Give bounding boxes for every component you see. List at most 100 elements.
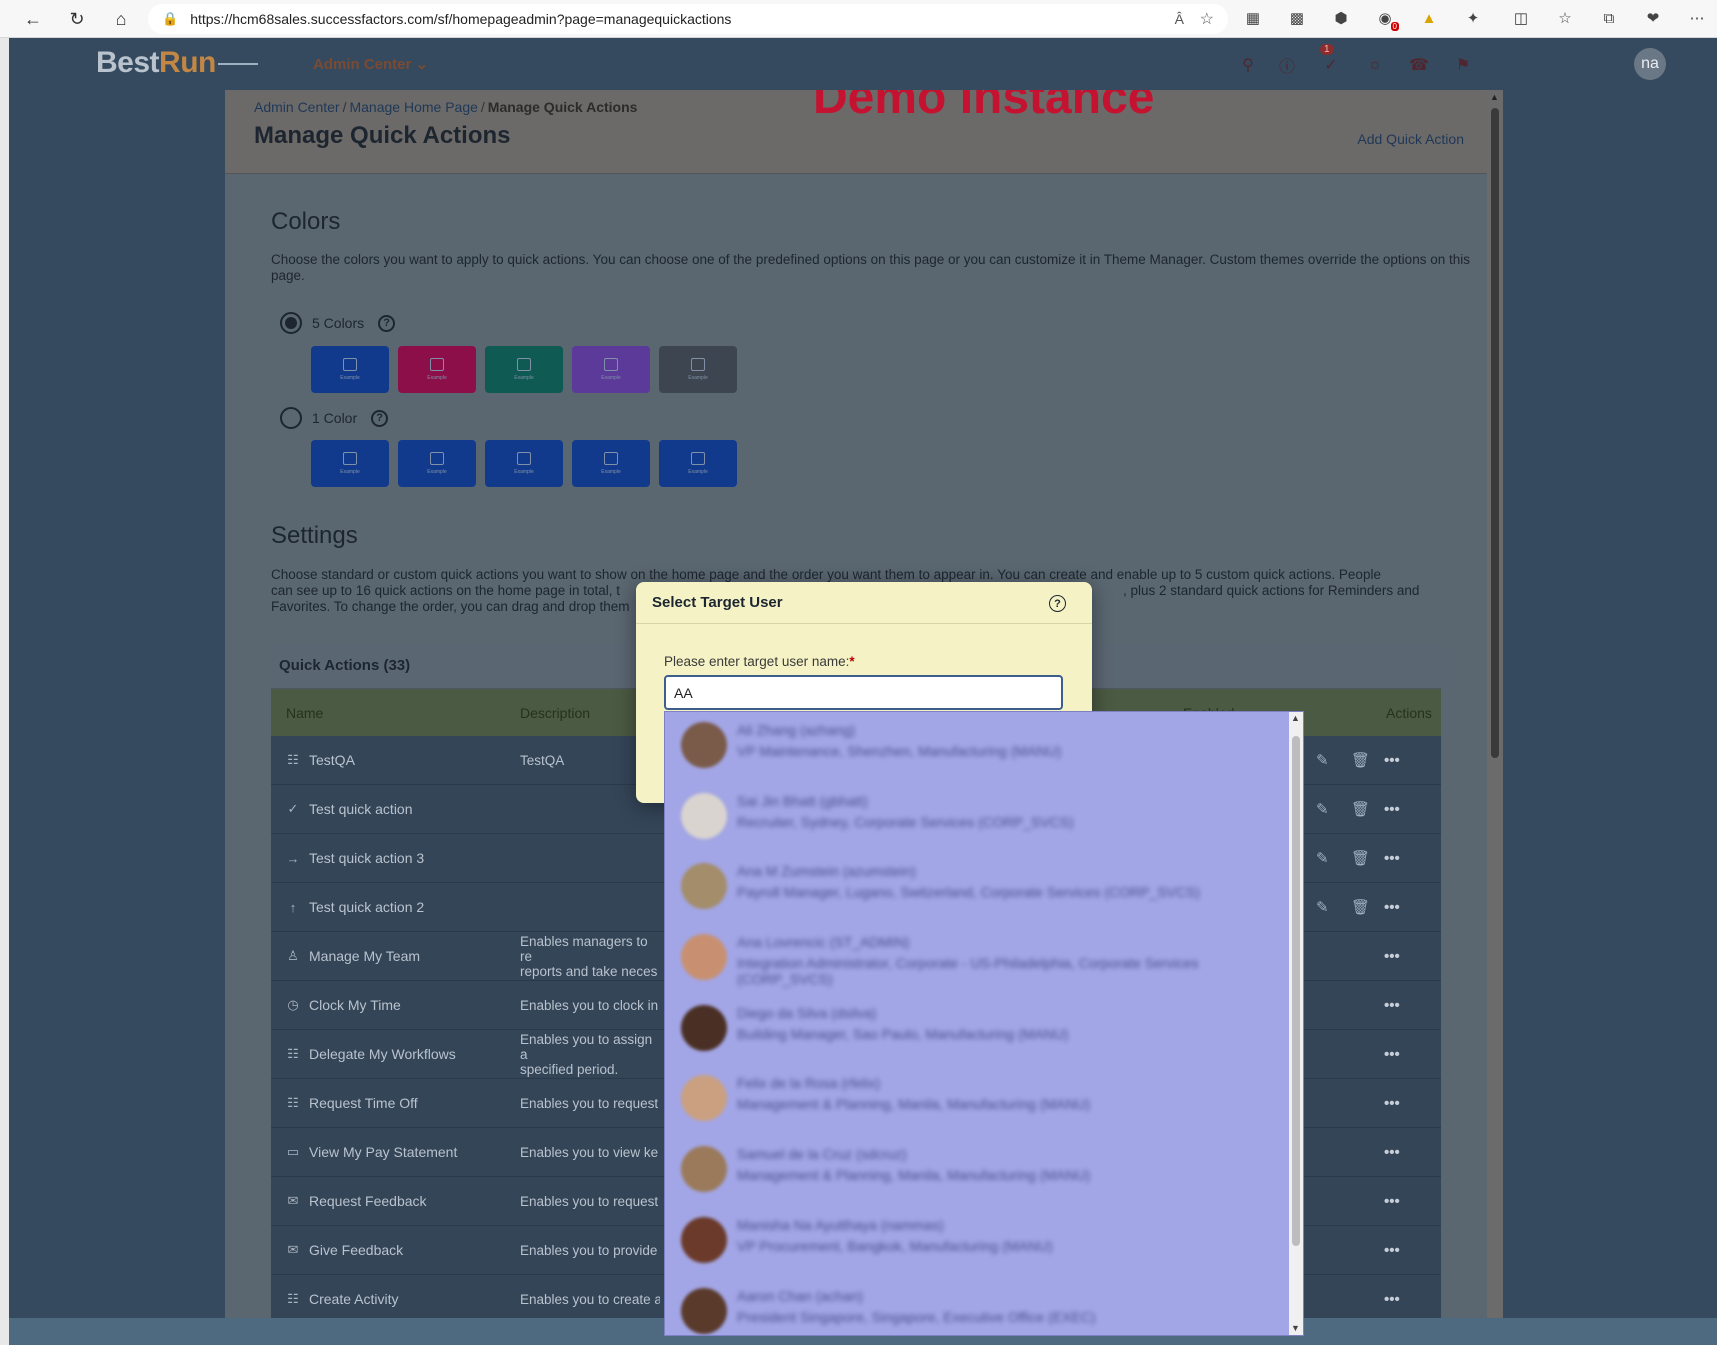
left-edge (0, 38, 9, 1345)
scroll-thumb[interactable] (1292, 736, 1300, 1246)
module-switcher[interactable]: Admin Center ⌄ (313, 55, 428, 73)
color-swatch: Example (398, 440, 476, 487)
extensions-puzzle-icon[interactable]: ✦ (1463, 8, 1483, 28)
scroll-up-icon[interactable]: ▲ (1490, 92, 1499, 102)
page-scrollbar[interactable]: ▲ ▼ (1487, 90, 1503, 1345)
suggestion-item[interactable]: Felix de la Rosa (rfelix) Management & Pl… (665, 1065, 1303, 1136)
suggestion-name: Manisha Na Ayutthaya (nammas) (737, 1216, 944, 1233)
extension-icon[interactable]: ▲ (1419, 8, 1439, 28)
row-name-cell: ▭ View My Pay Statement (286, 1144, 458, 1160)
row-description: Enables you to request (520, 1095, 659, 1111)
favorite-star-icon[interactable]: ☆ (1200, 9, 1214, 29)
color-swatch: Example (485, 440, 563, 487)
extension-icon[interactable]: ◉ 0 (1375, 8, 1399, 31)
more-actions-icon[interactable]: ••• (1384, 997, 1400, 1014)
more-actions-icon[interactable]: ••• (1384, 752, 1400, 769)
dialog-header: Select Target User ? (636, 582, 1092, 624)
more-actions-icon[interactable]: ••• (1384, 948, 1400, 965)
more-actions-icon[interactable]: ••• (1384, 899, 1400, 916)
more-actions-icon[interactable]: ••• (1384, 850, 1400, 867)
edit-icon[interactable]: ✎ (1316, 849, 1329, 867)
breadcrumb-link[interactable]: Manage Home Page (349, 99, 477, 115)
add-quick-action-button[interactable]: Add Quick Action (1357, 131, 1464, 147)
help-icon[interactable]: ⓘ (1275, 53, 1299, 77)
image-icon (604, 358, 618, 371)
suggestion-item[interactable]: Diego da Silva (dsilva) Building Manager,… (665, 995, 1303, 1066)
scroll-down-icon[interactable]: ▼ (1291, 1323, 1300, 1333)
split-screen-icon[interactable]: ◫ (1511, 8, 1531, 28)
favorites-icon[interactable]: ☆ (1555, 8, 1575, 28)
more-actions-icon[interactable]: ••• (1384, 1242, 1400, 1259)
more-actions-icon[interactable]: ••• (1384, 1193, 1400, 1210)
approvals-icon[interactable]: ✓ (1319, 53, 1343, 77)
refresh-icon[interactable]: ↻ (60, 4, 94, 34)
radio-1-color[interactable]: 1 Color ? (280, 407, 389, 429)
color-swatch: Example (659, 440, 737, 487)
address-bar[interactable]: 🔒 https://hcm68sales.successfactors.com/… (148, 4, 1228, 34)
row-name: Test quick action 3 (309, 850, 425, 866)
collections-icon[interactable]: ⧉ (1599, 8, 1619, 28)
extension-icon[interactable]: ▩ (1287, 8, 1307, 28)
radio-5-colors[interactable]: 5 Colors ? (280, 312, 396, 334)
delete-icon[interactable]: 🗑 (1351, 849, 1370, 867)
avatar (681, 934, 727, 981)
image-icon (691, 452, 705, 465)
suggestion-name: Samuel de la Cruz (sdcruz) (737, 1146, 907, 1163)
avatar[interactable]: na (1634, 48, 1666, 80)
color-swatch: Example (572, 440, 650, 487)
performance-icon[interactable]: ❤ (1643, 8, 1663, 28)
more-actions-icon[interactable]: ••• (1384, 1291, 1400, 1308)
help-icon[interactable]: ? (378, 314, 396, 332)
column-description[interactable]: Description (520, 705, 590, 721)
suggestion-item[interactable]: Ana Lovrencic (ST_ADMIN) Integration Admi… (665, 924, 1303, 995)
edit-icon[interactable]: ✎ (1316, 751, 1329, 769)
column-name[interactable]: Name (286, 705, 323, 721)
row-name-cell: ☷ Request Time Off (286, 1095, 418, 1111)
suggestion-item[interactable]: Manisha Na Ayutthaya (nammas) VP Procurem… (665, 1207, 1303, 1278)
suggestion-item[interactable]: Ana M Zumstein (azumstein) Payroll Manage… (665, 853, 1303, 924)
radio-label: 1 Color (312, 410, 358, 426)
feedback-request-icon: ✉ (287, 1193, 299, 1208)
more-actions-icon[interactable]: ••• (1384, 1095, 1400, 1112)
support-icon[interactable]: ☎ (1407, 53, 1431, 77)
suggestions-scrollbar[interactable]: ▲ ▼ (1289, 712, 1303, 1335)
scroll-up-icon[interactable]: ▲ (1291, 713, 1300, 723)
chat-icon[interactable]: ☼ (1363, 53, 1387, 77)
row-name: Test quick action 2 (309, 899, 425, 915)
more-menu-icon[interactable]: ⋯ (1687, 8, 1707, 28)
row-description: Enables managers to re reports and take n… (520, 933, 658, 979)
delete-icon[interactable]: 🗑 (1351, 751, 1370, 769)
back-icon[interactable]: ← (16, 4, 50, 34)
extension-icon[interactable]: ⬢ (1331, 8, 1351, 28)
company-logo[interactable]: BestRun (96, 46, 258, 80)
read-aloud-icon[interactable]: Â (1175, 11, 1184, 27)
breadcrumb-link[interactable]: Admin Center (254, 99, 340, 115)
suggestion-item[interactable]: Aaron Chan (achan) President Singapore, S… (665, 1278, 1303, 1336)
edit-icon[interactable]: ✎ (1316, 898, 1329, 916)
more-actions-icon[interactable]: ••• (1384, 801, 1400, 818)
radio-button[interactable] (280, 312, 302, 334)
settings-heading: Settings (271, 522, 358, 549)
edit-icon[interactable]: ✎ (1316, 800, 1329, 818)
image-icon (430, 452, 444, 465)
target-user-input[interactable] (664, 675, 1063, 710)
delete-icon[interactable]: 🗑 (1351, 800, 1370, 818)
help-icon[interactable]: ? (1049, 595, 1066, 612)
scroll-thumb[interactable] (1491, 108, 1499, 758)
row-name-cell: ◷ Clock My Time (286, 997, 400, 1013)
search-icon[interactable]: ⚲ (1236, 53, 1260, 77)
suggestion-item[interactable]: Sai Jin Bhatt (gbhatt) Recruiter, Sydney,… (665, 783, 1303, 854)
more-actions-icon[interactable]: ••• (1384, 1046, 1400, 1063)
delete-icon[interactable]: 🗑 (1351, 898, 1370, 916)
suggestion-item[interactable]: Ali Zhang (azhang) VP Maintenance, Shenzh… (665, 712, 1303, 783)
bell-icon[interactable]: ⚑ (1451, 53, 1475, 77)
extension-icon[interactable]: ▦ (1243, 8, 1263, 28)
column-actions[interactable]: Actions (1386, 705, 1432, 721)
radio-button[interactable] (280, 407, 302, 429)
help-icon[interactable]: ? (371, 409, 389, 427)
more-actions-icon[interactable]: ••• (1384, 1144, 1400, 1161)
avatar (681, 1216, 727, 1263)
suggestion-item[interactable]: Samuel de la Cruz (sdcruz) Management & P… (665, 1136, 1303, 1207)
home-icon[interactable]: ⌂ (104, 4, 138, 34)
arrow-up-icon: ↑ (289, 899, 297, 915)
